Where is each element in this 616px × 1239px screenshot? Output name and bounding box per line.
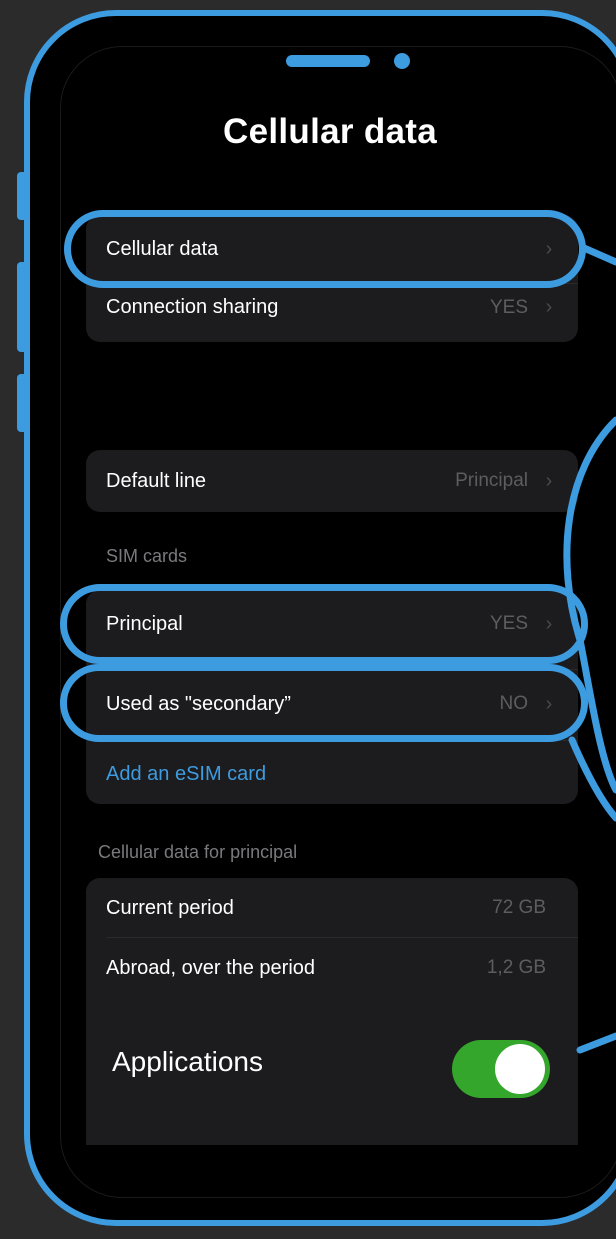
add-esim-row[interactable]: Add an eSIM card	[86, 744, 578, 804]
page-title: Cellular data	[223, 112, 437, 151]
abroad-row: Abroad, over the period 1,2 GB	[86, 938, 578, 998]
sim-cards-header: SIM cards	[106, 546, 188, 566]
principal-value: YES	[489, 613, 528, 634]
chevron-right-icon: ›	[545, 296, 553, 318]
connection-sharing-label: Connection sharing	[106, 296, 279, 318]
speaker-icon	[286, 55, 370, 67]
cellular-data-label: Cellular data	[106, 237, 219, 260]
connection-sharing-value: YES	[489, 296, 528, 318]
sim-cards-group: Principal YES › Used as "secondary” NO ›…	[86, 590, 578, 804]
chevron-right-icon: ›	[545, 469, 553, 492]
secondary-label: Used as "secondary”	[106, 692, 291, 715]
abroad-value: 1,2 GB	[486, 957, 546, 978]
usage-group: Current period 72 GB Abroad, over the pe…	[86, 878, 578, 1018]
abroad-label: Abroad, over the period	[106, 956, 316, 979]
current-period-label: Current period	[106, 896, 234, 919]
default-line-value: Principal	[455, 470, 528, 491]
current-period-value: 72 GB	[492, 897, 546, 918]
camera-icon	[394, 53, 410, 69]
applications-label: Applications	[112, 1046, 263, 1077]
secondary-row[interactable]: Used as "secondary” NO ›	[86, 670, 578, 738]
chevron-right-icon: ›	[545, 237, 553, 260]
connection-sharing-row[interactable]: Connection sharing YES ›	[86, 283, 578, 342]
top-settings-group: Cellular data › Connection sharing YES ›	[86, 215, 578, 342]
chevron-right-icon: ›	[545, 612, 553, 635]
cellular-data-row[interactable]: Cellular data ›	[86, 215, 578, 283]
toggle-knob	[495, 1044, 545, 1094]
current-period-row: Current period 72 GB	[86, 878, 578, 938]
default-line-row[interactable]: Default line Principal ›	[86, 450, 578, 512]
add-esim-link[interactable]: Add an eSIM card	[106, 763, 558, 786]
principal-row[interactable]: Principal YES ›	[86, 590, 578, 658]
usage-section-header: Cellular data for principal	[98, 842, 298, 862]
chevron-right-icon: ›	[545, 692, 553, 715]
applications-toggle[interactable]	[452, 1040, 550, 1098]
default-line-group: Default line Principal ›	[86, 450, 578, 512]
default-line-label: Default line	[106, 469, 207, 492]
secondary-value: NO	[499, 693, 529, 714]
principal-label: Principal	[106, 612, 183, 635]
applications-row[interactable]: Applications	[86, 1000, 578, 1145]
divider	[106, 740, 578, 741]
